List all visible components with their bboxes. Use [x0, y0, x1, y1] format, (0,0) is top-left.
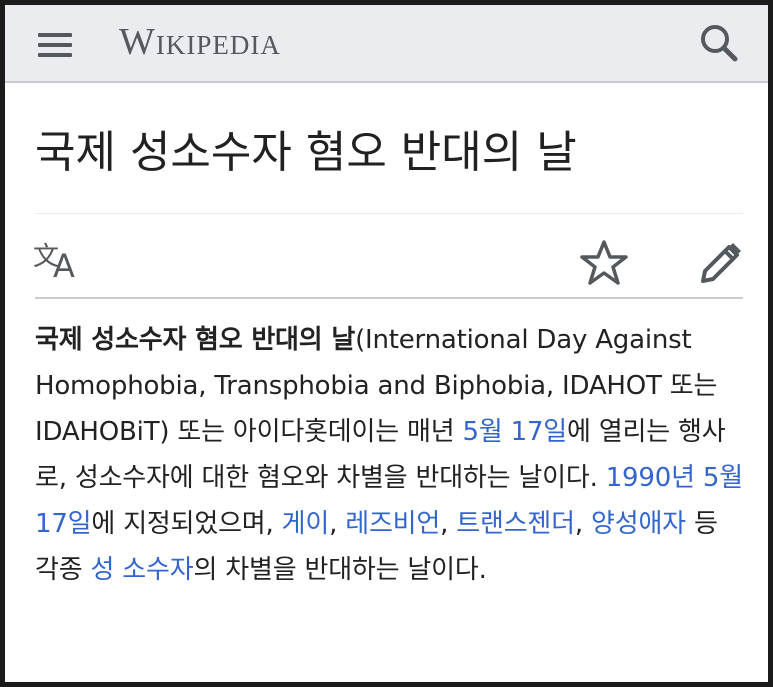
- menu-line: [38, 53, 72, 57]
- link-1990[interactable]: 1990년: [606, 463, 695, 493]
- text-run: 에 지정되었으며,: [91, 509, 282, 539]
- title-divider: [35, 213, 743, 214]
- hamburger-menu-icon[interactable]: [33, 23, 77, 63]
- app-frame: Wikipedia 국제 성소수자 혐오 반대의 날 文 A 국제 성소수자 혐…: [5, 5, 768, 682]
- link-gay[interactable]: 게이: [282, 509, 330, 539]
- text-run: ,: [440, 509, 457, 539]
- translate-icon[interactable]: 文 A: [33, 235, 85, 285]
- link-bisexual[interactable]: 양성애자: [591, 509, 686, 539]
- top-header-bar: Wikipedia: [5, 5, 768, 83]
- text-run: ,: [574, 509, 592, 539]
- bold-term: 국제 성소수자 혐오 반대의 날: [35, 325, 356, 355]
- actions-divider: [35, 297, 743, 299]
- menu-line: [38, 33, 72, 37]
- text-run: [695, 463, 703, 493]
- text-run: ,: [329, 509, 346, 539]
- link-sexual-minority[interactable]: 성 소수자: [91, 555, 194, 585]
- link-may-17[interactable]: 5월 17일: [463, 417, 568, 447]
- wikipedia-logo[interactable]: Wikipedia: [119, 17, 281, 67]
- page-title: 국제 성소수자 혐오 반대의 날: [35, 127, 577, 178]
- star-icon[interactable]: [579, 237, 629, 287]
- pencil-icon[interactable]: [695, 237, 745, 287]
- article-paragraph: 국제 성소수자 혐오 반대의 날(International Day Again…: [35, 317, 747, 593]
- svg-text:A: A: [53, 247, 75, 283]
- menu-line: [38, 43, 72, 47]
- text-run: 의 차별을 반대하는 날이다.: [193, 555, 487, 585]
- search-icon[interactable]: [697, 21, 741, 65]
- link-lesbian[interactable]: 레즈비언: [345, 509, 440, 539]
- link-transgender[interactable]: 트랜스젠더: [456, 509, 575, 539]
